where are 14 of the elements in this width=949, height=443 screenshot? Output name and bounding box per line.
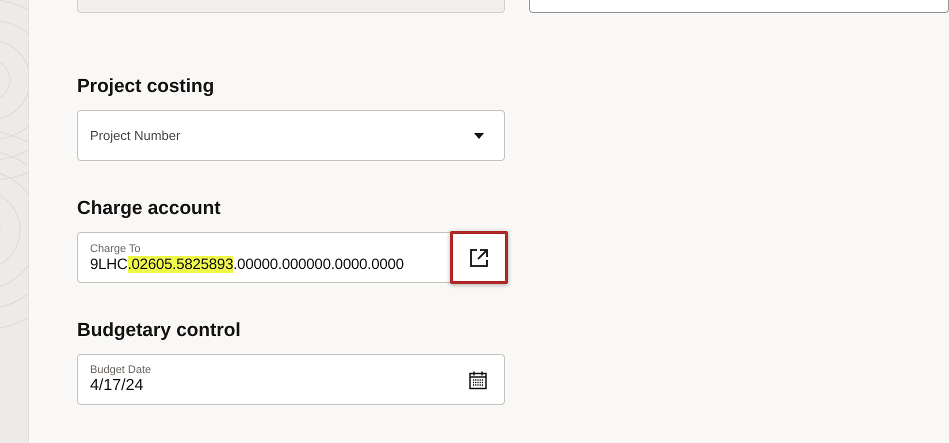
charge-to-field[interactable]: Charge To 9LHC.02605.5825893.00000.000000.0000.0000 [77, 232, 505, 283]
section-heading: Project costing [77, 75, 216, 99]
field-value: 4/17/24 [90, 378, 144, 394]
budget-date-field[interactable]: Budget Date 4/17/24 [77, 354, 505, 405]
section-heading: Budgetary control [77, 319, 242, 343]
calendar-icon[interactable] [468, 370, 488, 390]
field-value: 9LHC.02605.5825893.00000.000000.0000.0000 [90, 256, 405, 272]
open-link-button[interactable] [450, 231, 508, 284]
field-label: Charge To [90, 244, 142, 254]
field-label: Budget Date [90, 365, 152, 376]
caret-icon [474, 132, 484, 138]
project-number-select[interactable]: Project Number [77, 110, 505, 161]
external-link-icon [469, 248, 489, 268]
section-heading: Charge account [77, 197, 222, 221]
